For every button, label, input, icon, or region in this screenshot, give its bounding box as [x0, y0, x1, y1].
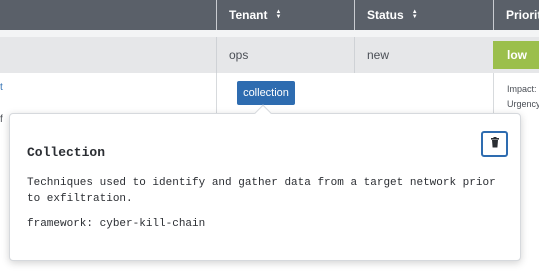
column-divider	[216, 73, 217, 113]
incident-text-fragment: f	[0, 114, 3, 125]
trash-icon	[490, 135, 500, 153]
incident-table-view: Tenant ▲▼ Status ▲▼ Priority ops new low…	[0, 0, 539, 275]
column-header-status[interactable]: Status ▲ ▼	[354, 0, 493, 30]
urgency-label: Urgency	[507, 99, 539, 109]
column-header-tenant[interactable]: Tenant ▲ ▼	[216, 0, 354, 30]
popover-framework: framework: cyber-kill-chain	[27, 218, 206, 230]
column-header-label: Priority	[506, 8, 539, 22]
priority-value: low	[507, 48, 527, 62]
popover-title: Collection	[27, 145, 106, 160]
header-spacer	[0, 30, 539, 37]
table-header: Tenant ▲▼ Status ▲▼ Priority	[0, 0, 539, 30]
table-row[interactable]: ops new	[0, 37, 539, 73]
popover-description: Techniques used to identify and gather d…	[27, 177, 496, 205]
column-header-priority[interactable]: Priority	[493, 0, 539, 30]
tenant-value: ops	[229, 48, 249, 62]
status-value: new	[367, 48, 390, 62]
impact-label: Impact:	[507, 84, 537, 94]
tag-label: collection	[243, 87, 289, 99]
delete-tag-button[interactable]	[481, 131, 508, 157]
column-header-label: Tenant	[229, 8, 268, 22]
tag-collection-button[interactable]: collection	[237, 81, 295, 105]
incident-link[interactable]: t	[0, 82, 3, 93]
impact-urgency-labels: Impact: Urgency	[507, 82, 539, 112]
tenant-cell: ops	[216, 37, 354, 73]
tag-details-popover: Collection Techniques used to identify a…	[9, 104, 521, 261]
column-header-label: Status	[367, 8, 404, 22]
priority-badge: low	[493, 41, 539, 69]
status-cell: new	[354, 37, 493, 73]
sort-icon[interactable]: ▲ ▼	[412, 9, 418, 20]
column-divider	[493, 73, 494, 113]
sort-icon[interactable]: ▲ ▼	[275, 9, 281, 20]
